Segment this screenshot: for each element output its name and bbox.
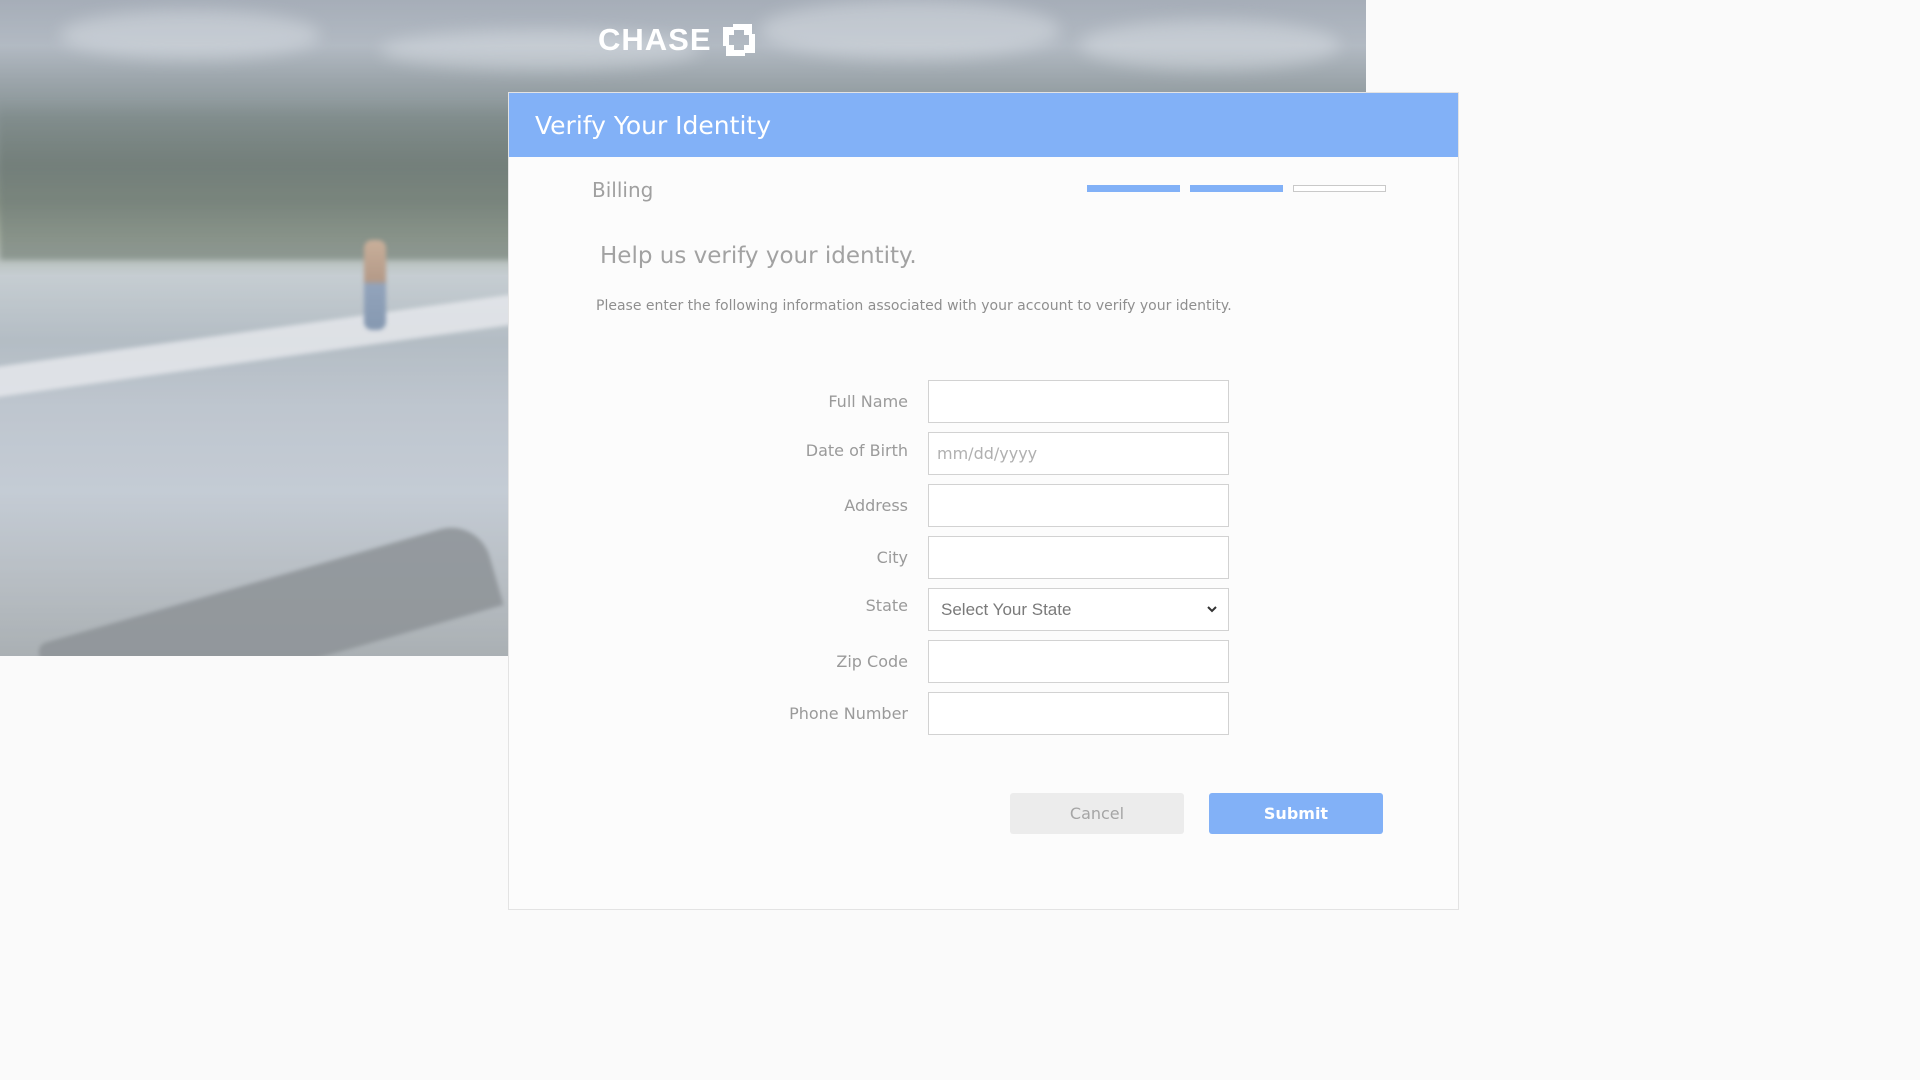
chase-octagon-icon bbox=[722, 24, 755, 56]
progress-step-2 bbox=[1190, 185, 1283, 192]
city-label: City bbox=[876, 548, 908, 567]
logo-text: CHASE bbox=[598, 22, 712, 57]
city-input[interactable] bbox=[928, 536, 1229, 579]
verify-identity-card: Verify Your Identity Billing Help us ver… bbox=[508, 92, 1459, 910]
full-name-row: Full Name bbox=[509, 380, 1458, 423]
progress-step-3 bbox=[1293, 185, 1386, 192]
step-label: Billing bbox=[592, 178, 654, 202]
state-row: State Select Your State bbox=[509, 588, 1458, 631]
page-title: Verify Your Identity bbox=[535, 110, 771, 140]
step-progress bbox=[1087, 185, 1386, 192]
submit-button[interactable]: Submit bbox=[1209, 793, 1383, 834]
chase-logo[interactable]: CHASE bbox=[598, 22, 756, 58]
card-header: Verify Your Identity bbox=[509, 93, 1458, 157]
state-select[interactable]: Select Your State bbox=[928, 588, 1229, 631]
full-name-input[interactable] bbox=[928, 380, 1229, 423]
help-text: Please enter the following information a… bbox=[596, 298, 1232, 314]
phone-label: Phone Number bbox=[789, 704, 908, 723]
address-input[interactable] bbox=[928, 484, 1229, 527]
zip-row: Zip Code bbox=[509, 640, 1458, 683]
full-name-label: Full Name bbox=[828, 392, 908, 411]
address-label: Address bbox=[844, 496, 908, 515]
progress-step-1 bbox=[1087, 185, 1180, 192]
phone-input[interactable] bbox=[928, 692, 1229, 735]
phone-row: Phone Number bbox=[509, 692, 1458, 735]
state-label: State bbox=[865, 596, 908, 615]
dob-row: Date of Birth bbox=[509, 432, 1458, 475]
zip-input[interactable] bbox=[928, 640, 1229, 683]
help-title: Help us verify your identity. bbox=[600, 243, 917, 269]
address-row: Address bbox=[509, 484, 1458, 527]
cancel-button[interactable]: Cancel bbox=[1010, 793, 1184, 834]
dob-input[interactable] bbox=[928, 432, 1229, 475]
zip-label: Zip Code bbox=[836, 652, 908, 671]
dob-label: Date of Birth bbox=[805, 441, 908, 460]
city-row: City bbox=[509, 536, 1458, 579]
